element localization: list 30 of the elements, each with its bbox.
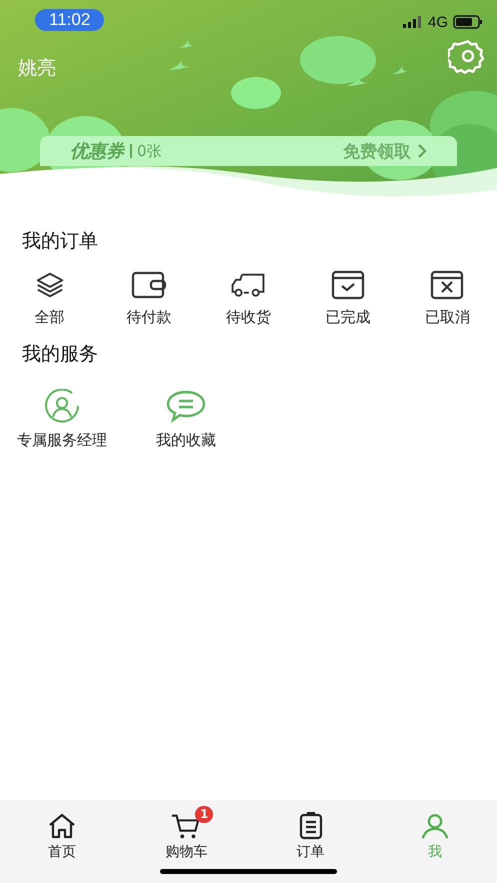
section-title: 我的订单	[21, 229, 99, 254]
tab-item[interactable]: 首页	[33, 804, 92, 861]
home-icon	[47, 812, 78, 840]
calendar-x-icon	[429, 270, 466, 300]
order-status-button[interactable]: 待付款	[99, 270, 199, 327]
person-circle-icon	[42, 389, 82, 423]
service-button[interactable]: 专属服务经理	[0, 389, 124, 450]
order-status-button[interactable]: 待收货	[198, 270, 298, 327]
tab-item[interactable]: 订单	[282, 804, 340, 861]
signal-icon	[402, 16, 423, 28]
user-icon	[420, 812, 450, 840]
chevron-icon	[417, 143, 427, 159]
user-name: 姚亮	[18, 56, 56, 81]
service-button[interactable]: 我的收藏	[124, 389, 248, 450]
coupon-action: 免费领取	[343, 140, 411, 162]
tab-item[interactable]: 1 购物车	[151, 804, 222, 861]
battery-icon	[453, 15, 483, 29]
calendar-check-icon	[330, 270, 366, 300]
count-badge: 1	[195, 806, 214, 823]
network-label: 4G	[428, 14, 448, 30]
cart-icon	[171, 812, 202, 840]
order-status-button[interactable]: 已取消	[398, 270, 497, 327]
order-status-button[interactable]: 已完成	[298, 270, 398, 327]
wallet-icon	[131, 270, 168, 300]
time-badge: 11:02	[35, 9, 104, 31]
coupon-count: 0张	[130, 144, 162, 158]
section-title: 我的服务	[21, 342, 99, 367]
order-status-button[interactable]: 全部	[0, 270, 100, 327]
chat-bubble-icon	[166, 389, 206, 423]
coupon-title: 优惠券	[70, 140, 124, 163]
